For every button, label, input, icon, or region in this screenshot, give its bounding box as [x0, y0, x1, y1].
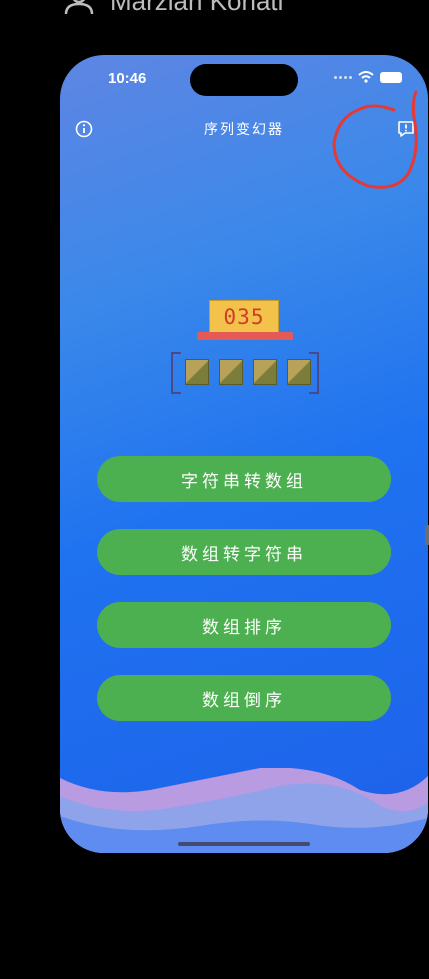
string-to-array-button[interactable]: 字符串转数组 — [97, 456, 391, 502]
home-indicator — [178, 842, 310, 846]
tile — [253, 359, 277, 385]
signal-icon — [334, 75, 352, 79]
array-reverse-button[interactable]: 数组倒序 — [97, 675, 391, 721]
side-button — [425, 525, 429, 545]
tile — [185, 359, 209, 385]
array-to-string-button[interactable]: 数组转字符串 — [97, 529, 391, 575]
sequence-illustration: 035 — [165, 300, 325, 400]
tile — [219, 359, 243, 385]
tiles-row — [171, 352, 319, 394]
tile — [287, 359, 311, 385]
battery-icon — [380, 71, 402, 83]
red-annotation-circle — [332, 90, 418, 189]
caption-text: Marzlan Kohati — [110, 0, 284, 16]
status-time: 10:46 — [108, 70, 147, 87]
person-icon — [64, 0, 94, 14]
bracket-left — [171, 352, 181, 394]
status-icons — [334, 71, 402, 83]
counter-shelf — [197, 332, 293, 340]
dynamic-island — [190, 64, 298, 96]
wave-decoration — [60, 768, 428, 853]
top-caption: Marzlan Kohati — [62, 0, 283, 16]
wifi-icon — [358, 71, 374, 83]
bracket-right — [309, 352, 319, 394]
counter-display: 035 — [209, 300, 279, 334]
array-sort-button[interactable]: 数组排序 — [97, 602, 391, 648]
